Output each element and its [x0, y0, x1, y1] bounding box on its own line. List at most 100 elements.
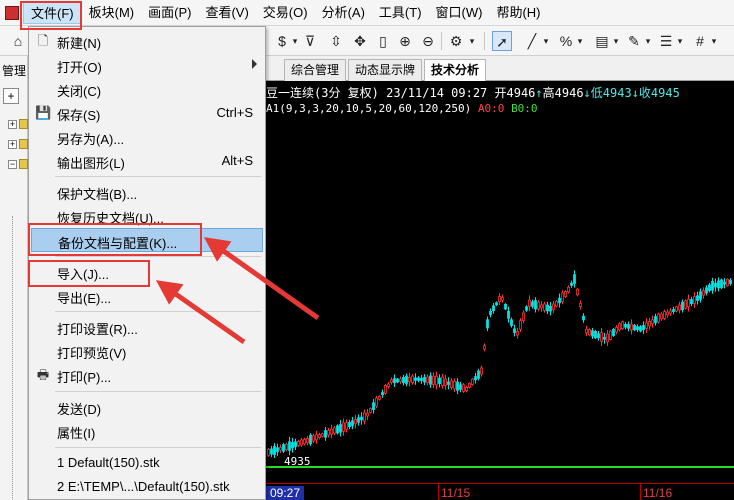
menu-help[interactable]: 帮助(H) [489, 2, 547, 24]
chevron-down-icon[interactable]: ▾ [570, 31, 590, 51]
menu-item-print-setup[interactable]: 打印设置(R)... [31, 315, 263, 339]
candle [474, 372, 477, 384]
menu-item-recent-2[interactable]: 2 E:\TEMP\...\Default(150).stk [31, 475, 263, 499]
menu-item-label: 另存为(A)... [57, 132, 125, 147]
candle [558, 293, 561, 308]
candle [546, 301, 549, 315]
candle [486, 316, 489, 332]
menu-trade[interactable]: 交易(O) [256, 2, 315, 24]
candle [579, 300, 582, 310]
menu-item-properties[interactable]: 属性(I) [31, 419, 263, 443]
zoom-out-icon[interactable]: ⊖ [418, 31, 438, 51]
tab-dynamic-board[interactable]: 动态显示牌 [348, 59, 423, 81]
tree-expand-icon[interactable]: + [8, 140, 17, 149]
menu-item-save-as[interactable]: 另存为(A)... [31, 125, 263, 149]
candle [306, 435, 309, 446]
chevron-down-icon[interactable]: ▾ [606, 31, 626, 51]
chevron-down-icon[interactable]: ▾ [704, 31, 724, 51]
candle [489, 308, 492, 318]
menu-item-label: 打印设置(R)... [57, 322, 138, 337]
candle [714, 278, 717, 292]
menu-item-protect[interactable]: 保护文档(B)... [31, 180, 263, 204]
candle [690, 296, 693, 307]
menu-view[interactable]: 查看(V) [198, 2, 255, 24]
filter-icon[interactable]: ⊽ [300, 31, 320, 51]
menu-item-label: 1 Default(150).stk [57, 455, 160, 470]
candle [651, 315, 654, 328]
candle [630, 319, 633, 335]
tree-expand-icon[interactable]: + [8, 120, 17, 129]
menu-item-restore-history[interactable]: 恢复历史文档(U)... [31, 204, 263, 228]
candle [276, 443, 279, 456]
menu-item-export-image[interactable]: 输出图形(L) Alt+S [31, 149, 263, 173]
candle [564, 290, 567, 298]
menu-item-close[interactable]: 关闭(C) [31, 77, 263, 101]
menu-item-import[interactable]: 导入(J)... [31, 260, 263, 284]
candle [378, 395, 381, 401]
candle [513, 324, 516, 337]
candle [636, 324, 639, 333]
menu-item-label: 导出(E)... [57, 291, 112, 306]
tree-collapse-icon[interactable]: − [8, 160, 17, 169]
candle [285, 442, 288, 452]
add-icon[interactable]: + [3, 88, 19, 104]
candle [660, 312, 663, 321]
zoom-in-icon[interactable]: ⊕ [395, 31, 415, 51]
candle [669, 308, 672, 316]
candle [441, 373, 444, 389]
menu-item-send[interactable]: 发送(D) [31, 395, 263, 419]
candle [672, 306, 675, 315]
menu-item-label: 恢复历史文档(U)... [57, 211, 164, 226]
menu-separator [55, 311, 261, 312]
chevron-down-icon[interactable]: ▾ [670, 31, 690, 51]
candle [501, 294, 504, 303]
menu-sector[interactable]: 板块(M) [82, 2, 142, 24]
move-icon[interactable]: ✥ [350, 31, 370, 51]
home-icon[interactable]: ⌂ [8, 31, 28, 51]
candle [450, 378, 453, 391]
candle [639, 325, 642, 333]
candle [561, 290, 564, 305]
candle [483, 343, 486, 352]
chevron-down-icon[interactable]: ▾ [638, 31, 658, 51]
candle [270, 445, 273, 458]
menu-item-save[interactable]: 💾 保存(S) Ctrl+S [31, 101, 263, 125]
candlestick-chart[interactable]: 豆一连续(3分 复权) 23/11/14 09:27 开4946↑高4946↓低… [266, 81, 734, 500]
app-logo-icon[interactable] [5, 5, 19, 20]
tab-technical-analysis[interactable]: 技术分析 [424, 59, 487, 82]
candle [717, 277, 720, 292]
candle [543, 301, 546, 313]
menu-analysis[interactable]: 分析(A) [315, 2, 372, 24]
candle [279, 444, 282, 454]
menu-item-backup[interactable]: 备份文档与配置(K)... [31, 228, 263, 252]
scale-icon[interactable]: ⇳ [326, 31, 346, 51]
menu-item-new[interactable]: 🗋 新建(N) [31, 29, 263, 53]
menu-tools[interactable]: 工具(T) [372, 2, 429, 24]
candle [420, 374, 423, 384]
printer-icon: 🖶 [36, 367, 50, 382]
chevron-down-icon[interactable]: ▾ [462, 31, 482, 51]
candle [618, 322, 621, 332]
candle [267, 447, 270, 457]
menu-window[interactable]: 窗口(W) [429, 2, 490, 24]
menu-item-print-preview[interactable]: 打印预览(V) [31, 339, 263, 363]
menu-item-recent-1[interactable]: 1 Default(150).stk [31, 451, 263, 475]
candle [492, 302, 495, 314]
candle [666, 309, 669, 318]
candle-icon[interactable]: ▯ [373, 31, 393, 51]
pointer-icon[interactable]: ➚ [492, 31, 512, 51]
time-label-day2: 11/15 [441, 486, 471, 500]
menu-item-open[interactable]: 打开(O) [31, 53, 263, 77]
menu-screen[interactable]: 画面(P) [141, 2, 198, 24]
menu-file[interactable]: 文件(F) [23, 1, 82, 24]
chevron-down-icon[interactable]: ▾ [536, 31, 556, 51]
file-menu-dropdown: 🗋 新建(N) 打开(O) 关闭(C) 💾 保存(S) Ctrl+S 另存为(A… [28, 26, 266, 500]
menu-item-export[interactable]: 导出(E)... [31, 284, 263, 308]
tree-line [12, 216, 13, 500]
candle [723, 278, 726, 289]
menu-item-label: 属性(I) [57, 426, 96, 441]
menu-item-print[interactable]: 🖶 打印(P)... [31, 363, 263, 387]
tab-overview[interactable]: 综合管理 [284, 59, 347, 81]
candle [678, 301, 681, 314]
candle [612, 328, 615, 337]
